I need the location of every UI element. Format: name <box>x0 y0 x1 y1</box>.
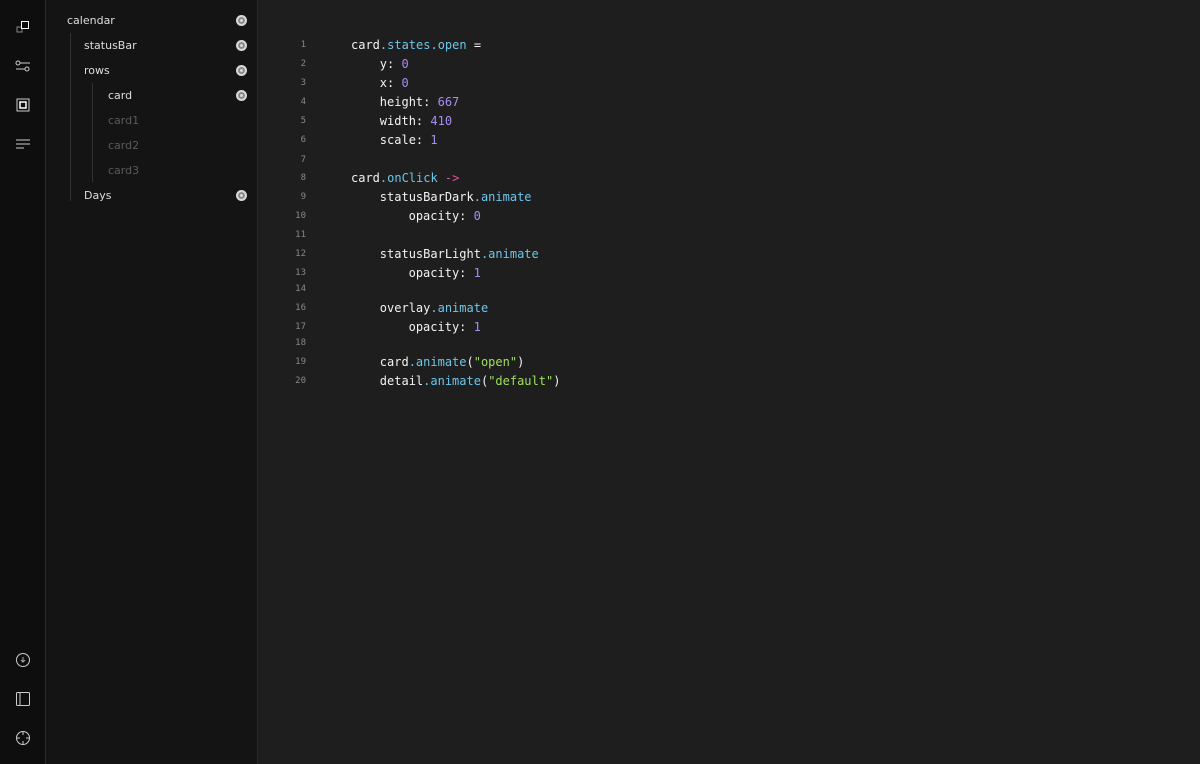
layer-item[interactable]: Days <box>84 188 111 204</box>
code-token-plain: opacity: <box>408 209 474 223</box>
code-token-plain: y: <box>379 57 402 71</box>
layer-item[interactable]: card <box>108 88 132 104</box>
code-line[interactable]: card.onClick -> <box>351 170 459 186</box>
line-number: 7 <box>300 155 306 165</box>
code-line[interactable]: card.animate("open") <box>380 354 525 370</box>
code-line[interactable]: overlay.animate <box>380 300 488 316</box>
line-number: 8 <box>300 173 306 183</box>
code-token-plain: opacity: <box>408 266 474 280</box>
line-number: 6 <box>300 135 306 145</box>
code-line[interactable]: height: 667 <box>380 94 459 110</box>
line-number: 19 <box>295 357 306 367</box>
code-token-num: 0 <box>401 76 409 90</box>
line-number: 16 <box>295 303 306 313</box>
code-token-num: 0 <box>473 209 481 223</box>
code-token-plain: scale: <box>379 133 431 147</box>
tool-rail <box>0 0 46 764</box>
code-line[interactable]: opacity: 1 <box>409 319 481 335</box>
code-line[interactable]: detail.animate("default") <box>380 373 561 389</box>
code-token-prop: .animate <box>408 355 467 369</box>
code-token-plain: opacity: <box>408 320 474 334</box>
crosshair-icon[interactable] <box>13 728 33 748</box>
code-token-plain: x: <box>379 76 402 90</box>
visibility-toggle-icon[interactable] <box>236 90 247 101</box>
line-number: 20 <box>295 376 306 386</box>
code-token-op: -> <box>437 171 460 185</box>
frame-icon[interactable] <box>13 95 33 115</box>
code-token-plain: width: <box>379 114 431 128</box>
line-number: 12 <box>295 249 306 259</box>
code-line[interactable]: card.states.open = <box>351 37 481 53</box>
visibility-toggle-icon[interactable] <box>236 40 247 51</box>
tree-guide <box>92 83 93 182</box>
code-line[interactable]: statusBarDark.animate <box>380 189 532 205</box>
line-number: 11 <box>295 230 306 240</box>
layers-panel: calendar statusBar rows card card1 card2 card3… <box>46 0 258 764</box>
layer-item[interactable]: card2 <box>108 138 139 154</box>
line-number: 4 <box>300 97 306 107</box>
code-line[interactable]: scale: 1 <box>380 132 438 148</box>
line-number: 10 <box>295 211 306 221</box>
code-line[interactable]: x: 0 <box>380 75 409 91</box>
line-number: 13 <box>295 268 306 278</box>
menu-lines-icon[interactable] <box>13 134 33 154</box>
code-line[interactable]: statusBarLight.animate <box>380 246 539 262</box>
code-token-num: 1 <box>473 266 481 280</box>
code-line[interactable]: y: 0 <box>380 56 409 72</box>
code-token-plain: overlay <box>379 301 431 315</box>
line-number: 3 <box>300 78 306 88</box>
sliders-icon[interactable] <box>13 56 33 76</box>
code-token-plain: statusBarLight <box>379 247 481 261</box>
code-token-plain: = <box>466 38 482 52</box>
layer-item[interactable]: calendar <box>67 13 115 29</box>
line-number: 1 <box>300 40 306 50</box>
code-token-num: 1 <box>430 133 438 147</box>
download-icon[interactable] <box>13 650 33 670</box>
tree-guide <box>70 33 71 201</box>
code-token-plain: card <box>379 355 409 369</box>
code-token-prop: .animate <box>473 190 532 204</box>
line-number: 14 <box>295 284 306 294</box>
code-token-prop: .onClick <box>379 171 438 185</box>
code-token-num: 667 <box>437 95 460 109</box>
code-line[interactable]: opacity: 1 <box>409 265 481 281</box>
panel-icon[interactable] <box>13 689 33 709</box>
code-token-plain: height: <box>379 95 438 109</box>
code-token-plain: ) <box>517 355 525 369</box>
code-token-plain: detail <box>379 374 424 388</box>
line-number: 17 <box>295 322 306 332</box>
code-token-prop: .animate <box>480 247 539 261</box>
line-number: 2 <box>300 59 306 69</box>
code-line[interactable]: width: 410 <box>380 113 452 129</box>
visibility-toggle-icon[interactable] <box>236 65 247 76</box>
code-token-plain: card <box>351 38 380 52</box>
visibility-toggle-icon[interactable] <box>236 15 247 26</box>
line-number: 5 <box>300 116 306 126</box>
line-number: 9 <box>300 192 306 202</box>
line-number: 18 <box>295 338 306 348</box>
layer-item[interactable]: card1 <box>108 113 139 129</box>
code-token-str: "default" <box>488 374 554 388</box>
code-token-plain: card <box>351 171 380 185</box>
code-line[interactable]: opacity: 0 <box>409 208 481 224</box>
code-token-plain: statusBarDark <box>379 190 474 204</box>
layer-item[interactable]: statusBar <box>84 38 137 54</box>
code-token-num: 1 <box>473 320 481 334</box>
code-token-plain: ( <box>466 355 474 369</box>
code-token-prop: .animate <box>423 374 481 388</box>
layers-icon[interactable] <box>13 17 33 37</box>
code-token-prop: .animate <box>430 301 489 315</box>
code-token-plain: ) <box>553 374 561 388</box>
layer-item[interactable]: card3 <box>108 163 139 179</box>
code-editor[interactable]: 1 card.states.open = 2 y: 0 3 x: 0 4 height: 66… <box>258 0 1200 764</box>
code-token-prop: .states.open <box>379 38 467 52</box>
code-token-str: "open" <box>473 355 518 369</box>
code-token-num: 410 <box>430 114 453 128</box>
layer-item[interactable]: rows <box>84 63 110 79</box>
code-token-num: 0 <box>401 57 409 71</box>
visibility-toggle-icon[interactable] <box>236 190 247 201</box>
